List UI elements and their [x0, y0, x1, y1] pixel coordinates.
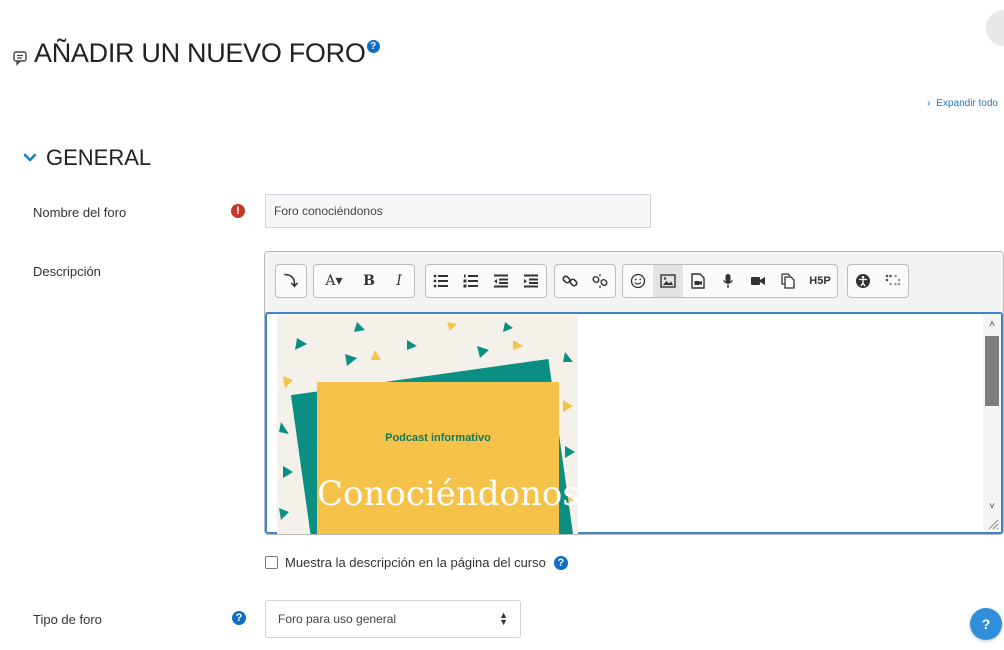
page-title-text: AÑADIR UN NUEVO FORO: [34, 38, 366, 68]
description-editor: ⤵ A▾ B I H5P Podcast informativo Conocié…: [264, 251, 1004, 535]
smiley-icon: [630, 273, 646, 289]
toolbar-group-toggle: ⤵: [275, 264, 307, 298]
accessibility-checker-button[interactable]: [848, 265, 878, 297]
scrollbar-thumb[interactable]: [985, 336, 999, 406]
braille-icon: [885, 274, 901, 286]
required-icon: !: [231, 204, 245, 218]
ordered-list-icon: [463, 274, 478, 288]
forum-type-select[interactable]: Foro para uso general ▲ ▼: [265, 600, 521, 638]
show-description-label: Muestra la descripción en la página del …: [285, 555, 546, 570]
podcast-cover-image: Podcast informativo Conociéndonos: [277, 316, 578, 534]
insert-image-button[interactable]: [653, 265, 683, 297]
record-audio-button[interactable]: [713, 265, 743, 297]
toolbar-group-font: A▾ B I: [313, 264, 415, 298]
help-icon[interactable]: ?: [366, 40, 380, 53]
select-arrows-icon: ▲ ▼: [499, 610, 508, 627]
forum-type-label: Tipo de foro: [33, 612, 102, 627]
editor-scrollbar[interactable]: ˄ ˅: [983, 314, 1001, 532]
toolbar-group-accessibility: [847, 264, 909, 298]
image-subtitle: Podcast informativo: [385, 432, 491, 444]
emoticon-button[interactable]: [623, 265, 653, 297]
font-style-button[interactable]: A▾: [314, 265, 354, 297]
show-description-row: Muestra la descripción en la página del …: [265, 555, 568, 570]
toolbar-toggle-button[interactable]: ⤵: [276, 265, 306, 297]
accessibility-icon: [856, 274, 870, 288]
forum-type-selected: Foro para uso general: [278, 612, 397, 626]
toolbar-group-media: H5P: [622, 264, 838, 298]
forum-name-label: Nombre del foro: [33, 205, 127, 220]
outdent-button[interactable]: [486, 265, 516, 297]
help-icon[interactable]: ?: [553, 555, 568, 570]
forum-icon: [13, 51, 27, 66]
section-general-toggle[interactable]: GENERAL: [22, 145, 151, 171]
indent-button[interactable]: [516, 265, 546, 297]
forum-name-input[interactable]: Foro conociéndonos: [265, 194, 651, 228]
insert-link-button[interactable]: [555, 265, 585, 297]
copy-files-icon: [781, 273, 795, 289]
h5p-button[interactable]: H5P: [803, 265, 837, 297]
unordered-list-button[interactable]: [426, 265, 456, 297]
show-description-checkbox[interactable]: [265, 556, 278, 569]
unordered-list-icon: [433, 274, 448, 288]
scroll-down-icon[interactable]: ˅: [983, 498, 1001, 514]
toolbar-group-links: [554, 264, 616, 298]
yellow-card-shape: Podcast informativo Conociéndonos: [317, 382, 578, 534]
chevron-down-icon: [23, 153, 37, 162]
resize-handle-icon[interactable]: [987, 518, 999, 530]
microphone-icon: [722, 274, 734, 288]
description-label: Descripción: [33, 264, 101, 279]
unlink-icon: [592, 274, 608, 288]
indent-icon: [524, 274, 538, 288]
image-title: Conociéndonos: [317, 474, 578, 514]
user-avatar[interactable]: [986, 10, 1004, 46]
editor-content-area[interactable]: Podcast informativo Conociéndonos ˄ ˅: [265, 312, 1003, 534]
scroll-up-icon[interactable]: ˄: [983, 316, 1001, 332]
ordered-list-button[interactable]: [456, 265, 486, 297]
bold-button[interactable]: B: [354, 265, 384, 297]
expand-all-label: Expandir todo: [936, 98, 998, 109]
page-title: AÑADIR UN NUEVO FORO ?: [12, 38, 380, 69]
chevron-right-icon: ›: [926, 98, 931, 109]
unlink-button[interactable]: [585, 265, 615, 297]
floating-help-button[interactable]: ?: [970, 608, 1002, 640]
link-icon: [562, 275, 578, 287]
expand-all-link[interactable]: › Expandir todo: [927, 98, 998, 109]
video-camera-icon: [751, 277, 765, 285]
toolbar-toggle-icon: ⤵: [284, 273, 298, 289]
toolbar-group-lists: [425, 264, 547, 298]
section-title: GENERAL: [46, 145, 152, 170]
manage-files-button[interactable]: [773, 265, 803, 297]
insert-media-button[interactable]: [683, 265, 713, 297]
media-file-icon: [691, 273, 705, 289]
screenreader-helper-button[interactable]: [878, 265, 908, 297]
record-video-button[interactable]: [743, 265, 773, 297]
editor-toolbar: ⤵ A▾ B I H5P: [265, 252, 1003, 313]
outdent-icon: [494, 274, 508, 288]
help-icon[interactable]: ?: [232, 611, 246, 625]
italic-button[interactable]: I: [384, 265, 414, 297]
image-icon: [660, 274, 676, 288]
